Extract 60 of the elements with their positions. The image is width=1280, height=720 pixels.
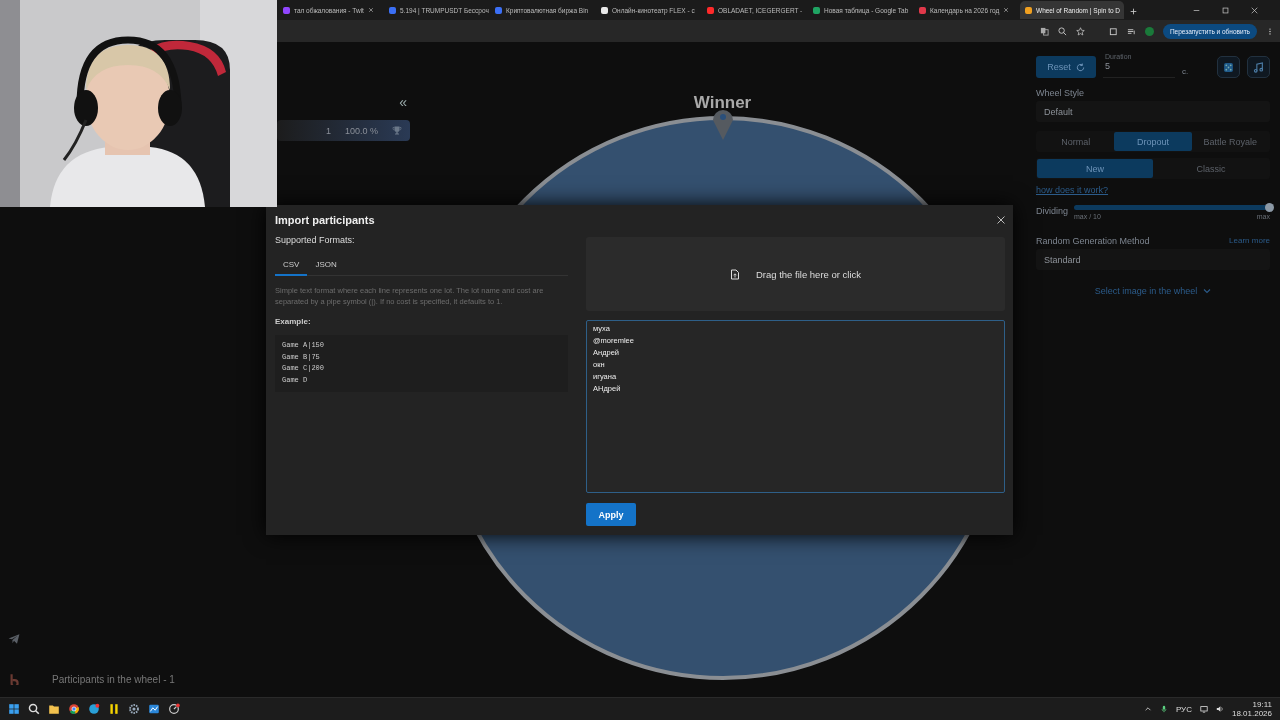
menu-icon[interactable] bbox=[1266, 26, 1274, 36]
dialog-title: Import participants bbox=[275, 214, 376, 226]
music-icon bbox=[1253, 61, 1264, 73]
gear-icon[interactable] bbox=[128, 703, 140, 715]
folder-icon[interactable] bbox=[48, 703, 60, 715]
dial-icon[interactable] bbox=[168, 703, 180, 715]
chevron-up-icon[interactable] bbox=[1143, 705, 1152, 713]
zoom-icon[interactable] bbox=[1057, 26, 1067, 36]
dividing-label: Dividing bbox=[1036, 206, 1068, 216]
close-button[interactable] bbox=[997, 216, 1005, 224]
new-tab-icon[interactable] bbox=[1130, 8, 1137, 15]
clock-date[interactable]: 18.01.2026 bbox=[1231, 709, 1272, 719]
participants-count-text: Participants in the wheel - 1 bbox=[52, 674, 175, 685]
format-tab[interactable]: JSON bbox=[307, 257, 345, 276]
monitor-icon[interactable] bbox=[1199, 705, 1208, 713]
search-icon[interactable] bbox=[28, 703, 40, 715]
participant-count: 1 bbox=[325, 125, 331, 136]
microphone-icon[interactable] bbox=[1159, 705, 1168, 713]
language-indicator[interactable]: РУС bbox=[1175, 704, 1192, 714]
participant-row[interactable]: 1 100.0 % bbox=[277, 120, 410, 141]
close-icon[interactable] bbox=[367, 7, 374, 13]
random-method-select[interactable]: Standard bbox=[1036, 249, 1270, 270]
variant-tab[interactable]: New bbox=[1037, 159, 1153, 178]
close-icon bbox=[997, 216, 1005, 224]
extensions-icon[interactable] bbox=[1108, 26, 1118, 36]
windows-icon[interactable] bbox=[8, 703, 20, 715]
mode-tab[interactable]: Dropout bbox=[1114, 132, 1192, 151]
chart-icon[interactable] bbox=[148, 703, 160, 715]
participant-share: 100.0 % bbox=[344, 125, 378, 136]
dice-button[interactable] bbox=[1217, 56, 1240, 78]
apply-button[interactable]: Apply bbox=[586, 503, 636, 526]
format-tab[interactable]: CSV bbox=[275, 257, 308, 276]
file-upload-icon bbox=[729, 268, 740, 280]
reset-button[interactable]: Reset bbox=[1036, 56, 1096, 78]
star-icon[interactable] bbox=[1075, 26, 1085, 36]
trophy-icon bbox=[392, 125, 402, 136]
music-button[interactable] bbox=[1247, 56, 1270, 78]
close-icon[interactable] bbox=[1003, 7, 1010, 13]
browser-icon[interactable] bbox=[68, 703, 80, 715]
wheel-style-select[interactable]: Default bbox=[1036, 101, 1270, 122]
speaker-icon[interactable] bbox=[1215, 705, 1224, 713]
random-method-label: Random Generation Method bbox=[1036, 236, 1150, 246]
collapse-button[interactable]: « bbox=[399, 94, 407, 110]
translate-icon[interactable] bbox=[1039, 26, 1049, 36]
close-icon[interactable] bbox=[1251, 6, 1258, 14]
wheel-style-label: Wheel Style bbox=[1036, 88, 1086, 98]
send-icon[interactable] bbox=[8, 633, 20, 645]
duration-unit: с. bbox=[1182, 66, 1189, 76]
maximize-icon[interactable] bbox=[1222, 6, 1229, 14]
chevron-down-icon bbox=[1203, 288, 1212, 294]
file-dropzone[interactable]: Drag the file here or click bbox=[586, 237, 1005, 311]
clock-time[interactable]: 19:11 bbox=[1252, 699, 1272, 709]
formats-label: Supported Formats: bbox=[275, 235, 356, 245]
profile-avatar[interactable] bbox=[1144, 26, 1154, 36]
example-label: Example: bbox=[275, 317, 312, 326]
dice-icon bbox=[1223, 61, 1234, 73]
media-icon[interactable] bbox=[1126, 26, 1136, 36]
refresh-icon bbox=[1075, 62, 1085, 72]
dropzone-text: Drag the file here or click bbox=[755, 268, 862, 280]
winner-title: Winner bbox=[693, 93, 752, 113]
